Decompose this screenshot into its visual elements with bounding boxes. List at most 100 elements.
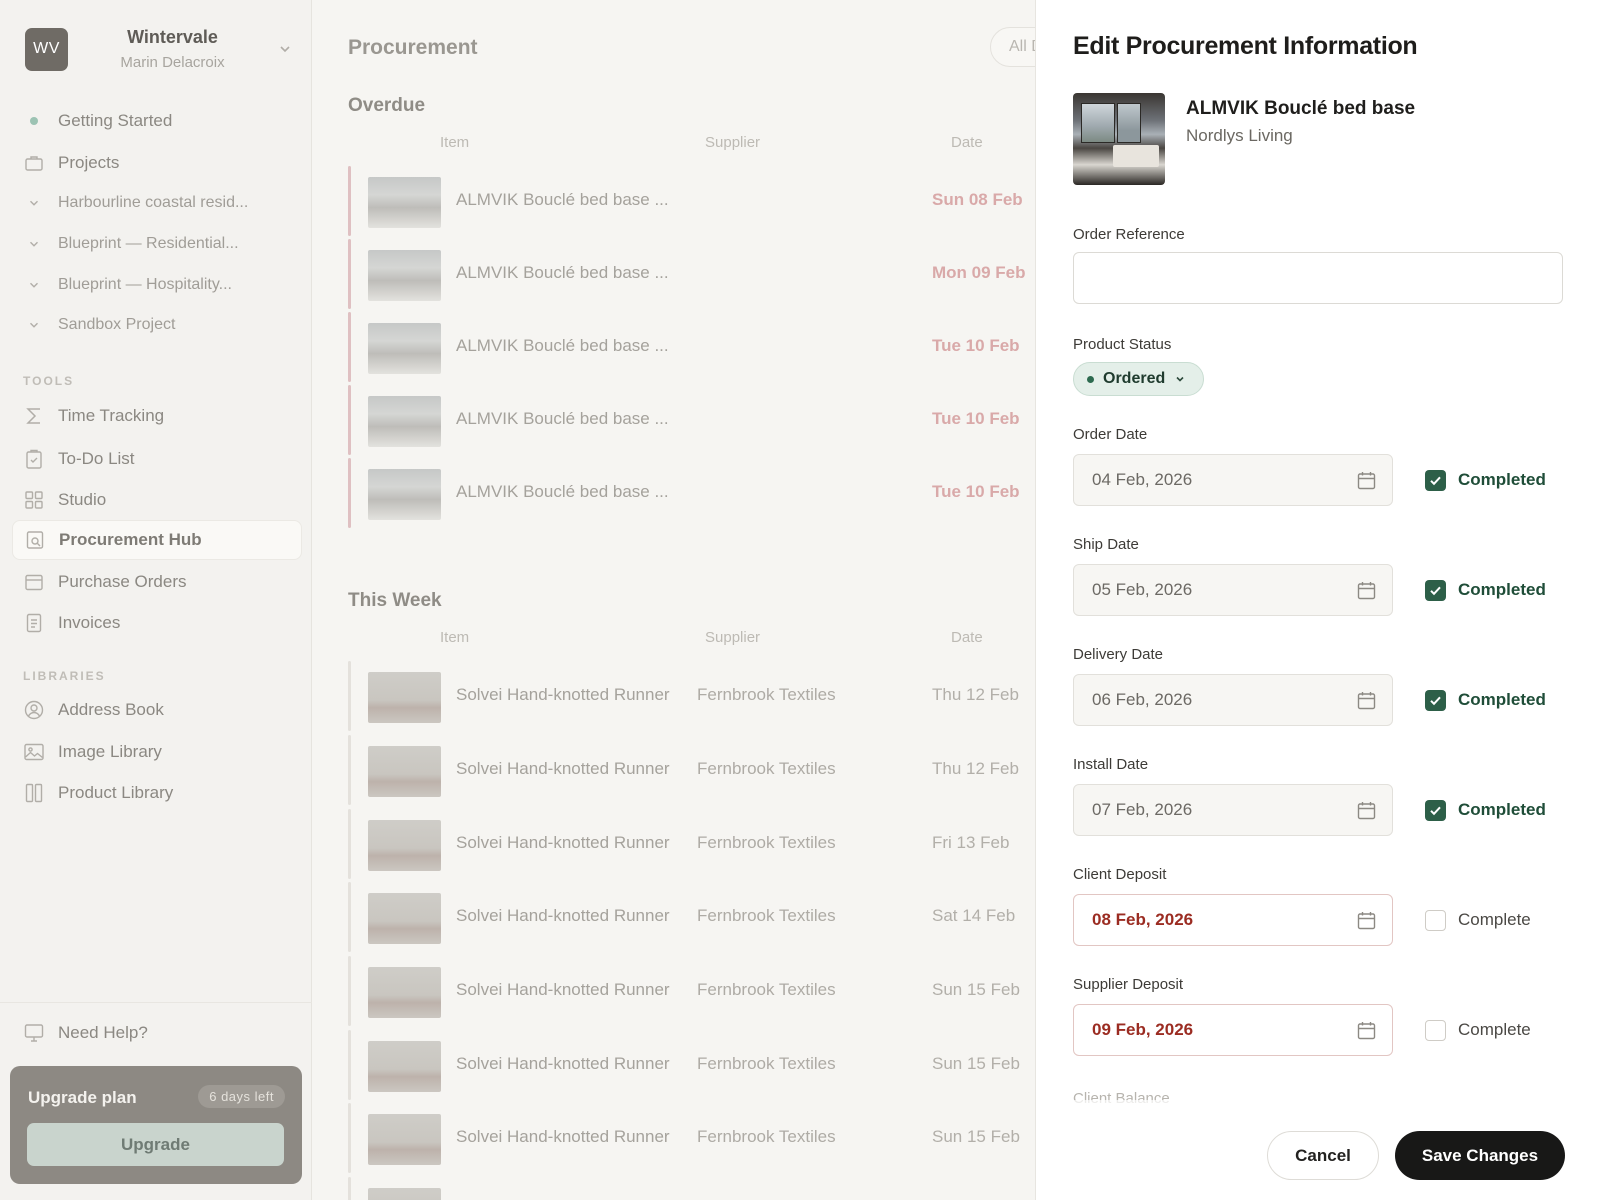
sidebar-item-projects[interactable]: Projects <box>12 143 302 183</box>
table-row[interactable]: Solvei Hand-knotted Runner Fernbrook Tex… <box>348 735 1035 805</box>
product-status-dropdown[interactable]: Ordered <box>1073 362 1204 396</box>
product-thumbnail <box>368 250 441 301</box>
table-row[interactable] <box>348 1177 1035 1200</box>
row-item: ALMVIK Bouclé bed base ... <box>456 409 669 428</box>
sidebar-item-product-library[interactable]: Product Library <box>12 773 302 813</box>
sidebar-project-item[interactable]: Blueprint — Hospitality... <box>12 265 302 305</box>
sidebar-item-procurement-hub[interactable]: Procurement Hub <box>12 520 302 560</box>
document-icon <box>26 613 42 633</box>
table-row[interactable]: Solvei Hand-knotted Runner Fernbrook Tex… <box>348 809 1035 879</box>
row-item: Solvei Hand-knotted Runner <box>456 980 670 999</box>
row-item: Solvei Hand-knotted Runner <box>456 759 670 778</box>
table-row[interactable]: ALMVIK Bouclé bed base ... Tue 10 Feb <box>348 312 1035 382</box>
column-header-supplier: Supplier <box>705 629 761 646</box>
sidebar-item-label: Image Library <box>58 742 162 761</box>
sidebar-item-invoices[interactable]: Invoices <box>12 603 302 643</box>
row-supplier: Fernbrook Textiles <box>697 759 836 778</box>
delivery-date-input[interactable]: 06 Feb, 2026 <box>1073 674 1393 726</box>
checkmark-icon <box>1430 586 1441 596</box>
row-item: Solvei Hand-knotted Runner <box>456 906 670 925</box>
supplier-deposit-complete-label: Complete <box>1458 1020 1531 1039</box>
column-header-item: Item <box>440 629 470 646</box>
calendar-icon <box>1357 1022 1376 1040</box>
table-row[interactable]: ALMVIK Bouclé bed base ... Mon 09 Feb <box>348 239 1035 309</box>
cancel-button[interactable]: Cancel <box>1267 1131 1379 1180</box>
table-row[interactable]: Solvei Hand-knotted Runner Fernbrook Tex… <box>348 1103 1035 1173</box>
panel-title: Edit Procurement Information <box>1073 32 1418 60</box>
checkmark-icon <box>1430 806 1441 816</box>
row-date: Thu 12 Feb <box>932 685 1019 704</box>
client-deposit-complete-checkbox[interactable] <box>1425 910 1446 931</box>
order-reference-input[interactable] <box>1073 252 1563 304</box>
libraries-heading: LIBRARIES <box>23 669 106 683</box>
row-date: Tue 10 Feb <box>932 482 1020 501</box>
sidebar-item-label: Harbourline coastal resid... <box>58 194 249 211</box>
sidebar-project-item[interactable]: Harbourline coastal resid... <box>12 183 302 223</box>
chevron-down-icon <box>30 282 38 288</box>
section-title-overdue: Overdue <box>348 95 426 116</box>
upgrade-button[interactable]: Upgrade <box>27 1123 284 1166</box>
calendar-icon <box>1357 912 1376 930</box>
row-status-bar <box>348 166 351 236</box>
columns-icon <box>25 783 43 803</box>
table-row[interactable]: ALMVIK Bouclé bed base ... Tue 10 Feb <box>348 385 1035 455</box>
ship-date-input[interactable]: 05 Feb, 2026 <box>1073 564 1393 616</box>
ship-date-completed-checkbox[interactable] <box>1425 580 1446 601</box>
sidebar-item-todo-list[interactable]: To-Do List <box>12 439 302 479</box>
sigma-icon <box>26 408 40 424</box>
sidebar-item-studio[interactable]: Studio <box>12 480 302 520</box>
table-row[interactable]: Solvei Hand-knotted Runner Fernbrook Tex… <box>348 882 1035 952</box>
row-date: Sun 08 Feb <box>932 190 1023 209</box>
row-date: Sun 15 Feb <box>932 980 1020 999</box>
order-date-completed-checkbox[interactable] <box>1425 470 1446 491</box>
sidebar-project-item[interactable]: Sandbox Project <box>12 305 302 345</box>
supplier-deposit-date-input[interactable]: 09 Feb, 2026 <box>1073 1004 1393 1056</box>
table-row[interactable]: Solvei Hand-knotted Runner Fernbrook Tex… <box>348 661 1035 731</box>
table-row[interactable]: ALMVIK Bouclé bed base ... Tue 10 Feb <box>348 458 1035 528</box>
sidebar-item-purchase-orders[interactable]: Purchase Orders <box>12 562 302 602</box>
workspace-switcher[interactable]: WV Wintervale Marin Delacroix <box>25 27 293 71</box>
row-status-bar <box>348 1103 351 1173</box>
sidebar-item-label: Blueprint — Residential... <box>58 235 239 252</box>
section-title-this-week: This Week <box>348 590 442 611</box>
sidebar-item-getting-started[interactable]: Getting Started <box>12 101 302 141</box>
table-row[interactable]: ALMVIK Bouclé bed base ... Sun 08 Feb <box>348 166 1035 236</box>
install-date-input[interactable]: 07 Feb, 2026 <box>1073 784 1393 836</box>
sidebar-item-help[interactable]: Need Help? <box>12 1013 302 1053</box>
sidebar-item-label: Projects <box>58 153 120 172</box>
supplier-deposit-complete-checkbox[interactable] <box>1425 1020 1446 1041</box>
order-date-input[interactable]: 04 Feb, 2026 <box>1073 454 1393 506</box>
sidebar-project-item[interactable]: Blueprint — Residential... <box>12 224 302 264</box>
checkmark-icon <box>1430 476 1441 486</box>
table-row[interactable]: Solvei Hand-knotted Runner Fernbrook Tex… <box>348 1030 1035 1100</box>
row-status-bar <box>348 1177 351 1200</box>
save-changes-button[interactable]: Save Changes <box>1395 1131 1565 1180</box>
install-date-completed-checkbox[interactable] <box>1425 800 1446 821</box>
column-header-supplier: Supplier <box>705 134 761 151</box>
row-item: Solvei Hand-knotted Runner <box>456 1054 670 1073</box>
sidebar-item-time-tracking[interactable]: Time Tracking <box>12 396 302 436</box>
row-item: ALMVIK Bouclé bed base ... <box>456 482 669 501</box>
install-date-completed-label: Completed <box>1458 800 1546 819</box>
ship-date-label: Ship Date <box>1073 536 1139 553</box>
row-date: Fri 13 Feb <box>932 833 1010 852</box>
row-supplier: Fernbrook Textiles <box>697 1127 836 1146</box>
row-supplier: Fernbrook Textiles <box>697 906 836 925</box>
product-thumbnail <box>368 893 441 944</box>
row-status-bar <box>348 956 351 1026</box>
workspace-user: Marin Delacroix <box>120 54 225 71</box>
product-thumbnail <box>368 967 441 1018</box>
supplier-deposit-label: Supplier Deposit <box>1073 976 1184 993</box>
delivery-date-completed-checkbox[interactable] <box>1425 690 1446 711</box>
filter-dropdown[interactable]: All D <box>990 27 1035 67</box>
row-status-bar <box>348 882 351 952</box>
product-status-value: Ordered <box>1103 370 1166 387</box>
sidebar-item-image-library[interactable]: Image Library <box>12 732 302 772</box>
product-thumbnail <box>368 1114 441 1165</box>
calendar-icon <box>1357 692 1376 710</box>
sidebar-item-address-book[interactable]: Address Book <box>12 690 302 730</box>
procurement-icon <box>26 531 44 549</box>
client-deposit-date-input[interactable]: 08 Feb, 2026 <box>1073 894 1393 946</box>
tools-heading: TOOLS <box>23 374 75 388</box>
table-row[interactable]: Solvei Hand-knotted Runner Fernbrook Tex… <box>348 956 1035 1026</box>
